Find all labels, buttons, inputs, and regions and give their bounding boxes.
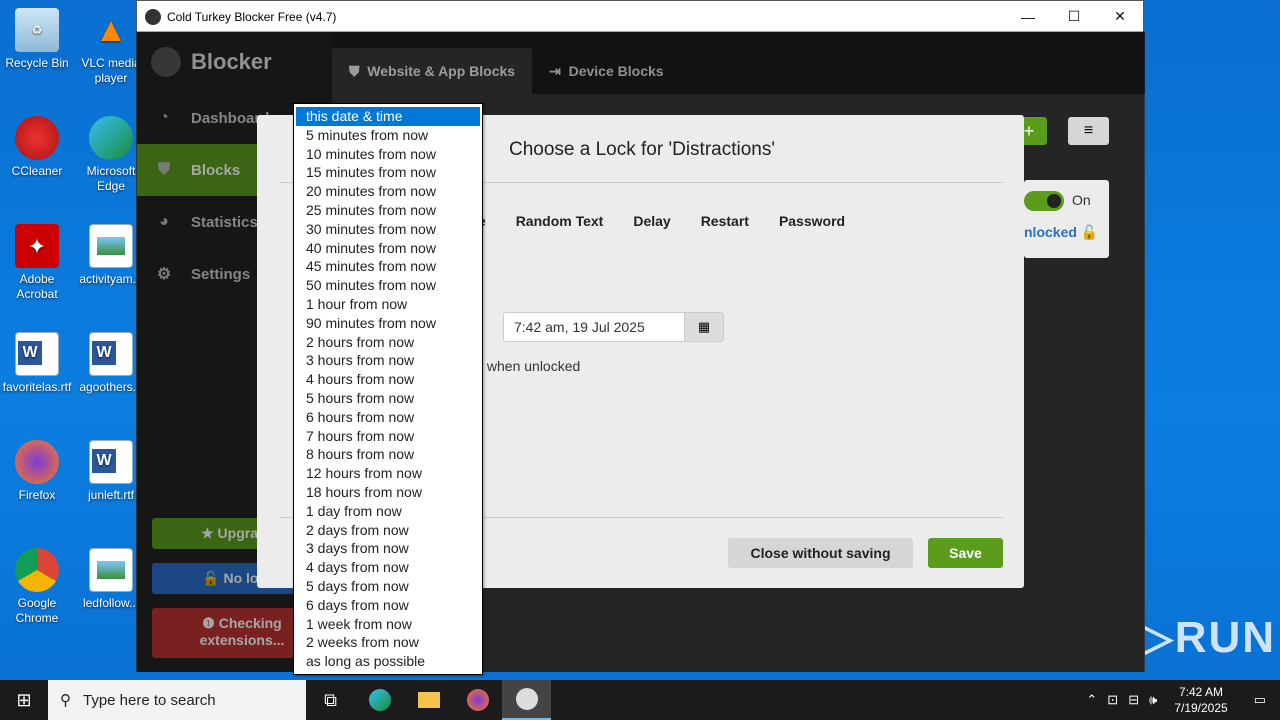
dropdown-option[interactable]: 5 days from now xyxy=(294,577,482,596)
clock[interactable]: 7:42 AM 7/19/2025 xyxy=(1162,684,1239,716)
dropdown-option[interactable]: 4 days from now xyxy=(294,558,482,577)
close-button[interactable]: ✕ xyxy=(1097,1,1143,32)
dropdown-option[interactable]: 40 minutes from now xyxy=(294,239,482,258)
network-icon[interactable]: ⊟ xyxy=(1123,692,1144,708)
dropdown-option[interactable]: 6 days from now xyxy=(294,596,482,615)
word-file-icon xyxy=(89,440,133,484)
word-file-icon xyxy=(89,332,133,376)
calendar-icon[interactable]: ▦ xyxy=(684,312,724,342)
desktop-icon-acrobat[interactable]: ✦ Adobe Acrobat xyxy=(2,224,72,302)
window-title: Cold Turkey Blocker Free (v4.7) xyxy=(167,9,337,24)
dropdown-option[interactable]: 18 hours from now xyxy=(294,483,482,502)
maximize-button[interactable]: ☐ xyxy=(1051,1,1097,32)
dropdown-option[interactable]: 6 hours from now xyxy=(294,408,482,427)
image-file-icon xyxy=(89,548,133,592)
dropdown-option[interactable]: 25 minutes from now xyxy=(294,201,482,220)
unlocked-status[interactable]: nlocked 🔓 xyxy=(1024,224,1098,241)
modal-title: Choose a Lock for 'Distractions' xyxy=(509,139,775,160)
lock-type-restart[interactable]: Restart xyxy=(701,213,749,229)
close-without-saving-button[interactable]: Close without saving xyxy=(728,538,913,568)
dropdown-option[interactable]: 5 minutes from now xyxy=(294,126,482,145)
volume-icon[interactable]: 🕪 xyxy=(1144,692,1162,708)
desktop-icon-favoritelas[interactable]: favoritelas.rtf xyxy=(2,332,72,395)
taskbar: ⊞ ⚲ Type here to search ⧉ ⌃ ⊡ ⊟ 🕪 7:42 AM… xyxy=(0,680,1280,720)
image-file-icon xyxy=(89,224,133,268)
dropdown-option[interactable]: 15 minutes from now xyxy=(294,163,482,182)
firefox-taskbar-icon[interactable] xyxy=(453,680,502,720)
lock-type-delay[interactable]: Delay xyxy=(633,213,670,229)
chrome-icon xyxy=(15,548,59,592)
vlc-icon: ▲ xyxy=(94,10,128,49)
desktop-icon-recycle-bin[interactable]: ♻ Recycle Bin xyxy=(2,8,72,71)
dropdown-option[interactable]: 2 weeks from now xyxy=(294,633,482,652)
acrobat-icon: ✦ xyxy=(15,224,59,268)
minimize-button[interactable]: — xyxy=(1005,1,1051,32)
dropdown-option[interactable]: 20 minutes from now xyxy=(294,182,482,201)
dropdown-option[interactable]: 2 hours from now xyxy=(294,333,482,352)
dropdown-option[interactable]: 10 minutes from now xyxy=(294,145,482,164)
dropdown-option[interactable]: 8 hours from now xyxy=(294,445,482,464)
windows-start-icon[interactable]: ⊞ xyxy=(0,680,48,720)
menu-icon[interactable]: ≡ xyxy=(1068,117,1109,145)
edge-icon xyxy=(89,116,133,160)
lock-when-unlocked-label[interactable]: ck when unlocked xyxy=(469,358,580,374)
desktop-icon-chrome[interactable]: Google Chrome xyxy=(2,548,72,626)
dropdown-option-selected[interactable]: this date & time xyxy=(296,107,480,126)
title-bar: Cold Turkey Blocker Free (v4.7) — ☐ ✕ xyxy=(137,1,1143,32)
duration-dropdown-list[interactable]: this date & time 5 minutes from now 10 mi… xyxy=(293,103,483,675)
dropdown-option[interactable]: 1 hour from now xyxy=(294,295,482,314)
cold-turkey-taskbar-icon[interactable] xyxy=(502,680,551,720)
file-explorer-icon[interactable] xyxy=(404,680,453,720)
search-placeholder: Type here to search xyxy=(83,691,216,709)
toggle-knob xyxy=(1047,194,1061,208)
dropdown-option[interactable]: 45 minutes from now xyxy=(294,257,482,276)
save-button[interactable]: Save xyxy=(928,538,1003,568)
block-toggle[interactable] xyxy=(1024,191,1064,211)
firefox-icon xyxy=(15,440,59,484)
lock-type-password[interactable]: Password xyxy=(779,213,845,229)
dropdown-option[interactable]: 1 day from now xyxy=(294,502,482,521)
lock-type-random-text[interactable]: Random Text xyxy=(516,213,604,229)
system-tray: ⌃ ⊡ ⊟ 🕪 7:42 AM 7/19/2025 ▭ xyxy=(1081,680,1280,720)
dropdown-option[interactable]: 5 hours from now xyxy=(294,389,482,408)
notification-icon[interactable]: ▭ xyxy=(1240,692,1280,708)
search-icon: ⚲ xyxy=(60,692,71,709)
task-view-icon[interactable]: ⧉ xyxy=(306,680,355,720)
dropdown-option[interactable]: 1 week from now xyxy=(294,615,482,634)
chevron-up-icon[interactable]: ⌃ xyxy=(1081,692,1102,708)
dropdown-option[interactable]: 7 hours from now xyxy=(294,427,482,446)
recycle-bin-icon: ♻ xyxy=(15,8,59,52)
dropdown-option[interactable]: 3 hours from now xyxy=(294,351,482,370)
toggle-label: On xyxy=(1072,192,1091,208)
dropdown-option[interactable]: 50 minutes from now xyxy=(294,276,482,295)
block-card: On nlocked 🔓 xyxy=(1024,180,1109,258)
edge-taskbar-icon[interactable] xyxy=(355,680,404,720)
device-icon[interactable]: ⊡ xyxy=(1102,692,1123,708)
dropdown-option[interactable]: 2 days from now xyxy=(294,521,482,540)
lock-type-tabs: ange Random Text Delay Restart Password xyxy=(453,213,845,229)
dropdown-option[interactable]: 12 hours from now xyxy=(294,464,482,483)
dropdown-option[interactable]: 30 minutes from now xyxy=(294,220,482,239)
clock-date: 7/19/2025 xyxy=(1174,701,1228,715)
dropdown-option[interactable]: as long as possible xyxy=(294,652,482,671)
clock-time: 7:42 AM xyxy=(1178,685,1224,699)
dropdown-option[interactable]: 3 days from now xyxy=(294,539,482,558)
date-time-input[interactable]: 7:42 am, 19 Jul 2025 xyxy=(503,312,685,342)
word-file-icon xyxy=(15,332,59,376)
desktop-icon-firefox[interactable]: Firefox xyxy=(2,440,72,503)
ccleaner-icon xyxy=(15,116,59,160)
desktop-icon-ccleaner[interactable]: CCleaner xyxy=(2,116,72,179)
app-icon xyxy=(145,8,161,25)
dropdown-options: 5 minutes from now 10 minutes from now 15 … xyxy=(294,126,482,671)
dropdown-option[interactable]: 4 hours from now xyxy=(294,370,482,389)
dropdown-option[interactable]: 90 minutes from now xyxy=(294,314,482,333)
taskbar-search[interactable]: ⚲ Type here to search xyxy=(48,680,306,720)
